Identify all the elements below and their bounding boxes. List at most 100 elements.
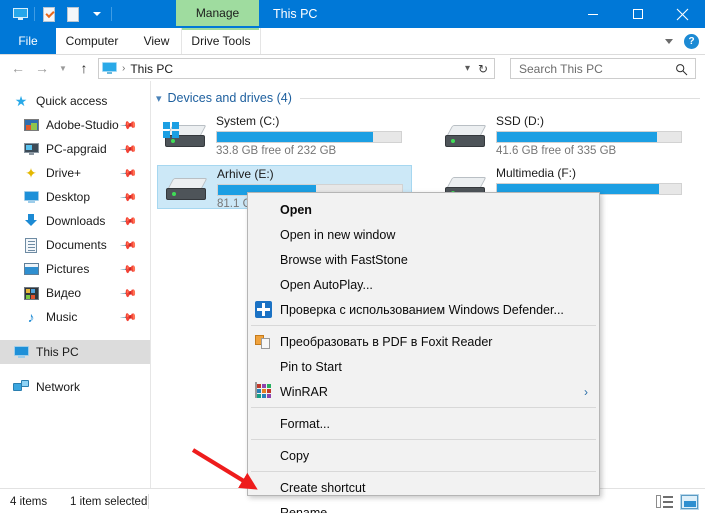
menu-item-windows-defender-scan[interactable]: Проверка с использованием Windows Defend… (248, 297, 599, 322)
sidebar-item-video[interactable]: Видео 📌 (0, 281, 150, 305)
sidebar-item-adobe-studio[interactable]: Adobe-Studio 📌 (0, 113, 150, 137)
this-pc-icon[interactable] (8, 0, 32, 28)
tab-view[interactable]: View (133, 28, 180, 54)
minimize-button[interactable] (570, 0, 615, 28)
sidebar-item-this-pc[interactable]: This PC (0, 340, 150, 364)
drive-plus-icon: ✦ (25, 165, 37, 181)
pin-icon[interactable]: 📌 (120, 116, 139, 135)
group-header-devices-and-drives[interactable]: ▾ Devices and drives (4) (156, 91, 700, 105)
drive-free-space: 33.8 GB free of 232 GB (216, 145, 337, 157)
sidebar-item-documents[interactable]: Documents 📌 (0, 233, 150, 257)
file-explorer-window: Manage This PC File Computer View Drive … (0, 0, 705, 513)
status-selection: 1 item selected (70, 495, 148, 508)
menu-item-label: Pin to Start (280, 359, 342, 374)
search-input[interactable]: Search This PC (510, 58, 696, 79)
sidebar-item-label: This PC (36, 345, 79, 359)
documents-icon (22, 236, 40, 254)
back-arrow-icon[interactable]: ← (8, 55, 28, 81)
details-view-icon[interactable] (656, 494, 673, 509)
menu-item-label: Проверка с использованием Windows Defend… (280, 302, 564, 317)
contextual-tab-manage[interactable]: Manage (176, 0, 259, 26)
pin-icon[interactable]: 📌 (120, 164, 139, 183)
ribbon-right-controls: ? (665, 28, 699, 54)
tab-file[interactable]: File (0, 28, 56, 54)
drive-name: Arhive (E:) (217, 167, 274, 181)
hard-drive-icon (443, 122, 489, 152)
recent-locations-icon[interactable]: ▼ (56, 55, 70, 81)
sidebar-item-label: Видео (46, 286, 82, 300)
breadcrumb-separator: › (122, 63, 126, 74)
menu-item-convert-to-pdf-foxit[interactable]: Преобразовать в PDF в Foxit Reader (248, 329, 599, 354)
sidebar-item-pictures[interactable]: Pictures 📌 (0, 257, 150, 281)
refresh-icon[interactable]: ↻ (478, 62, 488, 76)
menu-item-open-autoplay[interactable]: Open AutoPlay... (248, 272, 599, 297)
menu-item-format[interactable]: Format... (248, 411, 599, 436)
sidebar-item-desktop[interactable]: Desktop 📌 (0, 185, 150, 209)
sidebar-item-label: Desktop (46, 190, 91, 204)
menu-separator (251, 407, 596, 408)
menu-separator (251, 325, 596, 326)
title-bar: Manage This PC (0, 0, 705, 28)
menu-item-label: Rename (280, 505, 328, 513)
new-folder-icon[interactable] (61, 0, 85, 28)
pin-icon[interactable]: 📌 (120, 308, 139, 327)
forward-arrow-icon[interactable]: → (32, 55, 52, 81)
sidebar-item-downloads[interactable]: Downloads 📌 (0, 209, 150, 233)
large-icons-view-icon[interactable] (680, 493, 699, 510)
window-controls (570, 0, 705, 28)
drive-tile-ssd-d[interactable]: SSD (D:) 41.6 GB free of 335 GB (437, 113, 692, 157)
drive-name: Multimedia (F:) (496, 166, 577, 180)
sidebar-item-pc-apgraid[interactable]: PC-apgraid 📌 (0, 137, 150, 161)
customize-dropdown-icon[interactable] (85, 0, 109, 28)
tab-drive-tools[interactable]: Drive Tools (181, 28, 261, 54)
address-input[interactable]: › This PC ▾ ↻ (98, 58, 495, 79)
menu-item-rename[interactable]: Rename (248, 500, 599, 513)
close-button[interactable] (660, 0, 705, 28)
maximize-button[interactable] (615, 0, 660, 28)
pin-icon[interactable]: 📌 (120, 236, 139, 255)
up-arrow-icon[interactable]: ↑ (74, 55, 94, 81)
menu-separator (251, 471, 596, 472)
chevron-right-icon: › (584, 385, 588, 399)
sidebar-item-network[interactable]: Network (0, 375, 150, 399)
tab-computer[interactable]: Computer (56, 28, 128, 54)
menu-item-copy[interactable]: Copy (248, 443, 599, 468)
pin-icon[interactable]: 📌 (120, 140, 139, 159)
winrar-icon (255, 382, 272, 400)
menu-item-open[interactable]: Open (248, 197, 599, 222)
pin-icon[interactable]: 📌 (120, 212, 139, 231)
menu-item-pin-to-start[interactable]: Pin to Start (248, 354, 599, 379)
chevron-down-icon[interactable]: ▾ (156, 92, 162, 105)
pin-icon[interactable]: 📌 (120, 260, 139, 279)
pin-icon[interactable]: 📌 (120, 188, 139, 207)
capacity-bar (496, 131, 682, 143)
drive-name: System (C:) (216, 114, 280, 128)
this-pc-icon-address (102, 62, 118, 75)
context-menu[interactable]: Open Open in new window Browse with Fast… (247, 192, 600, 513)
properties-checklist-icon[interactable] (37, 0, 61, 28)
menu-item-create-shortcut[interactable]: Create shortcut (248, 475, 599, 500)
sidebar-item-label: Network (36, 380, 81, 394)
search-placeholder: Search This PC (519, 61, 603, 76)
address-dropdown-icon[interactable]: ▾ (465, 63, 470, 74)
sidebar-item-music[interactable]: ♪ Music 📌 (0, 305, 150, 329)
menu-item-winrar[interactable]: WinRAR › (248, 379, 599, 404)
address-bar: ← → ▼ ↑ › This PC ▾ ↻ Search This PC (0, 55, 705, 81)
menu-item-browse-with-faststone[interactable]: Browse with FastStone (248, 247, 599, 272)
sidebar-item-quick-access[interactable]: ★ Quick access (0, 89, 150, 113)
sidebar-item-label: Drive+ (46, 166, 82, 180)
chevron-down-icon[interactable] (665, 38, 673, 44)
help-icon[interactable]: ? (684, 33, 699, 49)
menu-item-open-in-new-window[interactable]: Open in new window (248, 222, 599, 247)
drive-tile-system-c[interactable]: System (C:) 33.8 GB free of 232 GB (157, 113, 412, 157)
video-icon (22, 284, 40, 302)
sidebar-item-drive-plus[interactable]: ✦ Drive+ 📌 (0, 161, 150, 185)
search-icon[interactable] (675, 63, 688, 79)
navigation-pane: ★ Quick access Adobe-Studio 📌 PC-apgraid… (0, 81, 151, 488)
capacity-bar (216, 131, 402, 143)
menu-item-label: Open (280, 202, 312, 217)
music-icon: ♪ (27, 309, 35, 325)
menu-item-label: Open AutoPlay... (280, 277, 373, 292)
ribbon-tab-bar: File Computer View Drive Tools ? (0, 28, 705, 55)
pin-icon[interactable]: 📌 (120, 284, 139, 303)
